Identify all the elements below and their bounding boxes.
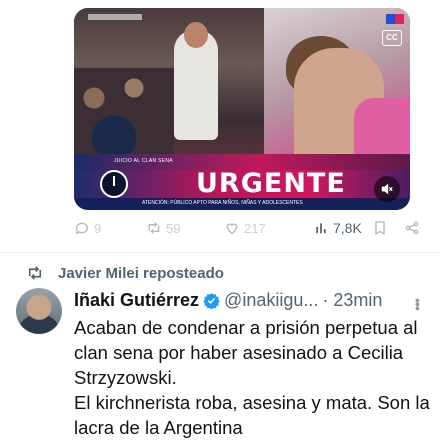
mute-button[interactable]: [374, 176, 400, 202]
like-count: 217: [244, 220, 266, 236]
reply-button[interactable]: 9: [74, 220, 101, 236]
video-media[interactable]: CC JUICIO AL CLAN SENA URGENTE ATENCIÓN:…: [74, 8, 410, 210]
views-count: 7,8K: [333, 220, 362, 236]
speaker-muted-icon: [381, 183, 393, 195]
author-name[interactable]: Iñaki Gutiérrez: [74, 290, 199, 311]
author-handle[interactable]: @inakiigu...: [224, 290, 318, 311]
captions-icon[interactable]: CC: [382, 30, 402, 46]
tweet-header: Iñaki Gutiérrez @inakiigu... · 23min: [74, 290, 382, 311]
reply-count: 9: [94, 220, 102, 236]
avatar[interactable]: [16, 288, 62, 334]
standing-man-head: [184, 22, 208, 48]
retweet-icon: [28, 266, 42, 280]
crowd-figures: [74, 68, 174, 168]
retweet-icon: [148, 222, 160, 234]
reply-icon: [75, 222, 88, 235]
more-options-icon[interactable]: •••: [410, 298, 426, 310]
views-button[interactable]: 7,8K: [314, 220, 362, 236]
banner-top-text: JUICIO AL CLAN SENA: [114, 158, 173, 164]
retweet-count: 59: [166, 220, 181, 236]
retweeted-by-label: Javier Milei reposteado: [58, 264, 224, 282]
clock-icon: [100, 170, 128, 198]
like-button[interactable]: 217: [224, 220, 266, 236]
tweet-timestamp[interactable]: · 23min: [322, 290, 382, 311]
retweeted-by-banner[interactable]: Javier Milei reposteado: [26, 264, 224, 282]
verified-badge-icon: [203, 293, 220, 309]
heart-icon: [226, 223, 238, 235]
bookmark-icon[interactable]: [372, 220, 388, 236]
action-bar: 9 59 217 7,8K: [74, 216, 424, 246]
views-chart-icon: [316, 223, 326, 234]
live-tag: [88, 14, 142, 20]
divider: [0, 252, 440, 253]
channel-logo-icon: [386, 14, 404, 24]
tweet-text: Acaban de condenar a prisión perpetua al…: [74, 317, 430, 438]
headline-text: URGENTE: [196, 168, 346, 199]
retweet-button[interactable]: 59: [146, 220, 180, 236]
share-icon[interactable]: [404, 220, 420, 236]
banner-bottom-text: ATENCIÓN: PÚBLICO APTO PARA NIÑOS, NIÑAS…: [142, 200, 303, 206]
